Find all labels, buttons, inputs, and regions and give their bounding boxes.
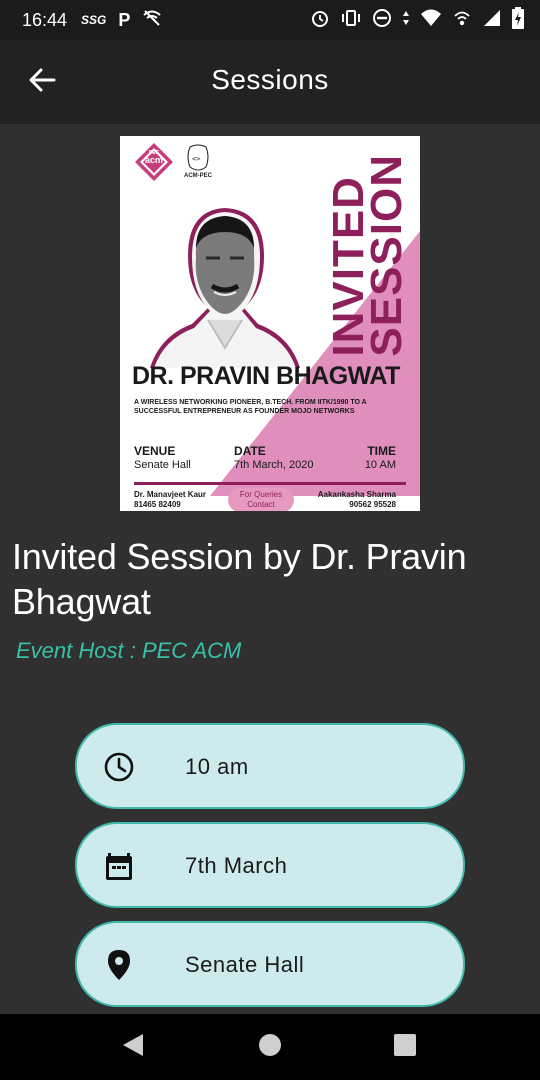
back-triangle-icon [121, 1032, 145, 1063]
parking-icon: P [118, 9, 131, 30]
wifi-icon [420, 8, 442, 33]
speaker-photo [150, 208, 300, 368]
event-host: Event Host : PEC ACM [16, 638, 242, 663]
poster-queries-badge: For Queries Contact [228, 488, 294, 511]
status-bar: 16:44 SSG P [0, 0, 540, 40]
poster-date: DATE 7th March, 2020 [234, 444, 314, 471]
poster-badge-text: PEC acm [144, 150, 163, 165]
do-not-disturb-icon [372, 8, 392, 33]
app-bar: Sessions [0, 40, 540, 124]
acm-pec-chapter-logo: <> [187, 144, 209, 171]
poster-contact-left: Dr. Manavjeet Kaur 81465 82409 [134, 490, 207, 510]
recents-square-icon [394, 1033, 416, 1061]
poster-time: TIME 10 AM [364, 444, 396, 471]
poster-description: A WIRELESS NETWORKING PIONEER, B.TECH. F… [134, 399, 367, 416]
event-poster-image: PEC acm <> ACM-PEC INVITED SESSION DR. P… [120, 136, 420, 511]
poster-venue: VENUE Senate Hall [134, 444, 191, 471]
system-nav-bar [0, 1014, 540, 1080]
event-title: Invited Session by Dr. Pravin Bhagwat [12, 536, 467, 622]
nav-recents-button[interactable] [390, 1032, 420, 1062]
poster-speaker-name: DR. PRAVIN BHAGWAT [132, 362, 400, 390]
signal-icon [482, 8, 502, 33]
date-detail-label: 7th March [185, 853, 288, 878]
date-detail-button[interactable]: 7th March [75, 822, 465, 908]
nav-back-button[interactable] [118, 1032, 148, 1062]
venue-detail-label: Senate Hall [185, 952, 305, 977]
poster-vertical-title: INVITED SESSION [324, 154, 412, 357]
venue-detail-button[interactable]: Senate Hall [75, 921, 465, 1007]
wifi-off-icon [142, 8, 162, 33]
clock-icon [103, 751, 135, 783]
status-left-icons: SSG P [81, 8, 162, 33]
battery-charging-icon [512, 6, 524, 34]
poster-chapter-label: ACM-PEC [184, 173, 212, 179]
svg-text:<>: <> [192, 155, 200, 163]
location-pin-icon [103, 949, 135, 981]
alarm-icon [310, 8, 330, 33]
status-right-icons [310, 6, 524, 34]
hotspot-icon [452, 8, 472, 33]
data-arrows-icon [402, 8, 410, 33]
page-title: Sessions [211, 64, 329, 95]
time-detail-button[interactable]: 10 am [75, 723, 465, 809]
time-detail-label: 10 am [185, 754, 249, 779]
ssg-icon: SSG [81, 13, 107, 27]
status-time: 16:44 [22, 9, 68, 30]
calendar-icon [103, 850, 135, 882]
vibrate-icon [340, 8, 362, 33]
home-circle-icon [258, 1033, 282, 1062]
poster-divider [134, 482, 406, 485]
nav-home-button[interactable] [255, 1032, 285, 1062]
poster-contact-right: Aakankasha Sharma 90562 95528 [317, 490, 396, 510]
